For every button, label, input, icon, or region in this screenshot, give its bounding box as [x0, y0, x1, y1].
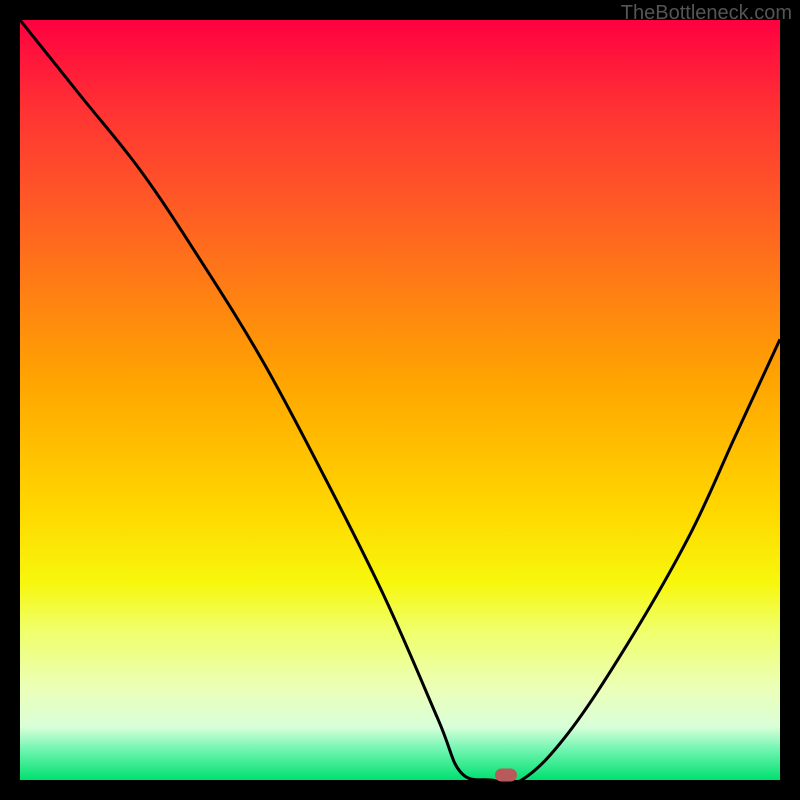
- watermark-text: TheBottleneck.com: [621, 2, 792, 25]
- chart-plot-area: [20, 20, 780, 780]
- chart-marker: [495, 768, 517, 781]
- chart-curve: [20, 20, 780, 780]
